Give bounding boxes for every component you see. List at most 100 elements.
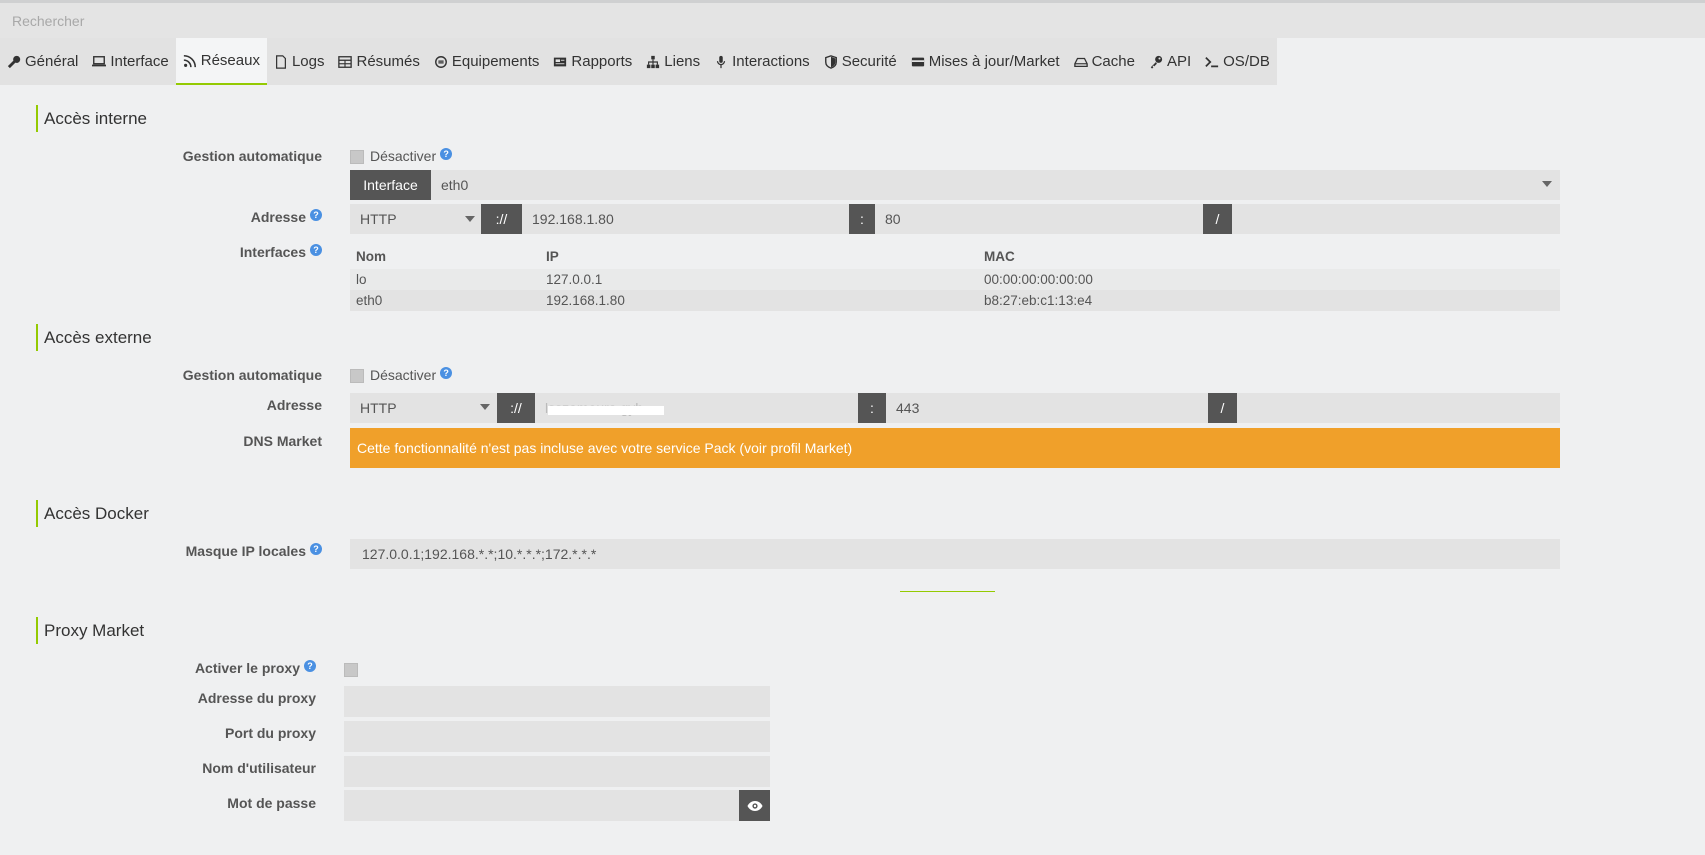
proxy-port-input[interactable] (344, 721, 770, 752)
divider (900, 591, 995, 592)
table-header-ip: IP (546, 248, 559, 264)
table-header-nom: Nom (356, 248, 386, 264)
proxy-address-label-text: Adresse du proxy (197, 690, 316, 706)
internal-scheme-separator: :// (481, 204, 522, 234)
newspaper-icon (554, 57, 567, 66)
tab-label: Rapports (571, 53, 633, 70)
internal-port-separator: : (849, 204, 875, 234)
proxy-password-input[interactable] (344, 790, 739, 821)
sitemap-icon (647, 55, 660, 68)
internal-disable-checkbox[interactable] (350, 150, 364, 164)
internal-host-input[interactable]: 192.168.1.80 (522, 204, 849, 234)
external-protocol-select[interactable]: HTTP (350, 393, 497, 423)
search-input[interactable] (0, 3, 1705, 38)
tab-equipements[interactable]: Equipements (427, 38, 547, 85)
external-path-input[interactable] (1237, 393, 1560, 423)
tab-cache[interactable]: Cache (1067, 38, 1142, 85)
tab-label: Mises à jour/Market (928, 53, 1060, 70)
proxy-user-input[interactable] (344, 756, 770, 787)
interface-select[interactable]: eth0 (431, 170, 1560, 200)
proxy-user-label-text: Nom d'utilisateur (202, 760, 316, 776)
external-address-label-text: Adresse (266, 397, 322, 413)
tab-mises-jour-market[interactable]: Mises à jour/Market (904, 38, 1067, 85)
tab-g-n-ral[interactable]: Général (0, 38, 85, 85)
external-disable-text: Désactiver (370, 367, 437, 383)
internal-address-label-text: Adresse (250, 209, 306, 225)
tab-label: API (1166, 53, 1192, 70)
internal-address-label: Adresse? (0, 209, 322, 225)
table-row: eth0 192.168.1.80 b8:27:eb:c1:13:e4 (350, 290, 1560, 311)
tab-label: Logs (291, 53, 325, 70)
internal-host-value: 192.168.1.80 (532, 211, 614, 227)
section-title-external: Accès externe (36, 324, 152, 351)
table-row: lo 127.0.0.1 00:00:00:00:00:00 (350, 269, 1560, 290)
microphone-icon (717, 55, 726, 68)
table-cell: 127.0.0.1 (540, 269, 978, 290)
tab-bar: Général Interface Réseaux Logs Résumés Equipe… (0, 38, 1705, 85)
docker-mask-input[interactable]: 127.0.0.1;192.168.*.*;10.*.*.*;172.*.*.* (350, 539, 1560, 569)
help-icon: ? (310, 543, 322, 555)
external-port-input[interactable]: 443 (886, 393, 1208, 423)
tab-label: Cache (1091, 53, 1135, 70)
proxy-address-label: Adresse du proxy (0, 690, 316, 706)
external-protocol-value: HTTP (360, 400, 397, 416)
wrench-icon (7, 55, 21, 68)
interface-select-value: eth0 (441, 177, 469, 193)
tab-logs[interactable]: Logs (267, 38, 332, 85)
help-icon: ? (310, 244, 322, 256)
external-disable-label: Désactiver? (370, 367, 453, 383)
internal-disable-label: Désactiver? (370, 148, 453, 164)
tab-label: Equipements (451, 53, 540, 70)
show-password-button[interactable] (739, 790, 770, 821)
internal-protocol-select[interactable]: HTTP (350, 204, 481, 234)
external-path-separator: / (1208, 393, 1237, 423)
table-cell: lo (350, 269, 540, 290)
proxy-password-label-text: Mot de passe (227, 795, 316, 811)
internal-protocol-value: HTTP (360, 211, 397, 227)
tab-r-seaux[interactable]: Réseaux (175, 38, 267, 85)
external-auto-label: Gestion automatique (0, 367, 322, 383)
interfaces-table: Nom IP MAC lo 127.0.0.1 00:00:00:00:00:0… (350, 245, 1560, 311)
tab-interactions[interactable]: Interactions (707, 38, 817, 85)
tab-label: Réseaux (200, 52, 260, 69)
section-title-proxy: Proxy Market (36, 617, 144, 644)
external-auto-label-text: Gestion automatique (182, 367, 322, 383)
internal-path-input[interactable] (1232, 204, 1560, 234)
help-icon: ? (304, 660, 316, 672)
interface-button[interactable]: Interface (350, 170, 431, 200)
tab-os-db[interactable]: OS/DB (1198, 38, 1277, 85)
circle-arrows-icon (434, 55, 447, 68)
dns-warning-banner: Cette fonctionnalité n'est pas incluse a… (350, 428, 1560, 468)
redaction-bar (548, 406, 664, 415)
help-icon: ? (440, 367, 453, 379)
help-icon: ? (310, 209, 322, 221)
credit-card-icon (911, 57, 924, 66)
tab-securit-[interactable]: Securité (817, 38, 904, 85)
table-cell: eth0 (350, 290, 540, 311)
tab-liens[interactable]: Liens (639, 38, 707, 85)
proxy-enable-checkbox[interactable] (344, 663, 358, 677)
internal-auto-label: Gestion automatique (0, 148, 322, 164)
proxy-port-label-text: Port du proxy (224, 725, 316, 741)
section-title-internal: Accès interne (36, 105, 147, 132)
tab-interface[interactable]: Interface (85, 38, 175, 85)
dns-market-label-text: DNS Market (243, 433, 322, 449)
tab-r-sum-s[interactable]: Résumés (331, 38, 426, 85)
table-header-row: Nom IP MAC (350, 245, 1560, 269)
external-protocol-caret-icon (480, 404, 490, 410)
internal-port-input[interactable]: 80 (875, 204, 1203, 234)
tab-label: Securité (841, 53, 897, 70)
tab-label: Interface (110, 53, 169, 70)
tab-label: OS/DB (1223, 53, 1270, 70)
tab-label: Liens (664, 53, 701, 70)
interfaces-label-text: Interfaces (239, 244, 306, 260)
tab-label: Interactions (732, 53, 810, 70)
proxy-port-label: Port du proxy (0, 725, 316, 741)
tab-label: Résumés (356, 53, 420, 70)
external-disable-checkbox[interactable] (350, 369, 364, 383)
proxy-address-input[interactable] (344, 686, 770, 717)
tab-rapports[interactable]: Rapports (546, 38, 639, 85)
proxy-user-label: Nom d'utilisateur (0, 760, 316, 776)
tab-api[interactable]: API (1142, 38, 1198, 85)
proxy-enable-label-text: Activer le proxy (194, 660, 300, 676)
